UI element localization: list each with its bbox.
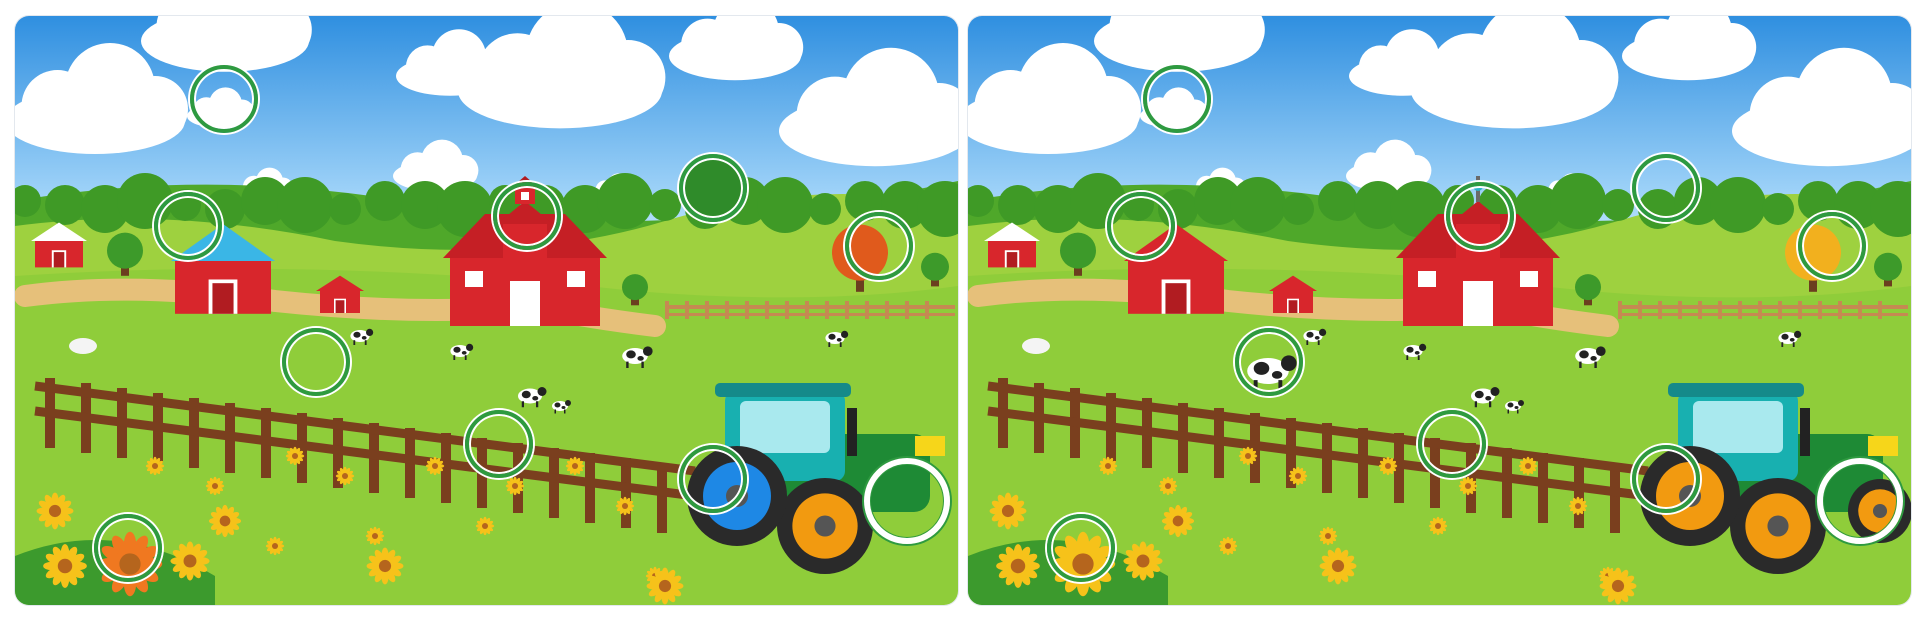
difference-fence-marker[interactable] (1418, 410, 1486, 478)
difference-barn-top-marker[interactable] (1446, 182, 1514, 250)
difference-flower-marker[interactable] (1047, 514, 1115, 582)
difference-fence-marker[interactable] (465, 410, 533, 478)
difference-small-barn-roof-marker[interactable] (154, 192, 222, 260)
left-picture[interactable] (15, 16, 958, 605)
difference-tractor-wheel-marker[interactable] (1632, 445, 1700, 513)
difference-small-barn-roof-marker[interactable] (1107, 192, 1175, 260)
difference-tree-color-marker[interactable] (845, 212, 913, 280)
tractor-wheel (1730, 478, 1826, 574)
difference-cloud-marker[interactable] (1143, 65, 1211, 133)
difference-tree-color-marker[interactable] (1798, 212, 1866, 280)
difference-cloud-marker[interactable] (190, 65, 258, 133)
game-stage (0, 0, 1920, 621)
difference-barn-top-marker[interactable] (493, 182, 561, 250)
difference-flower-marker[interactable] (94, 514, 162, 582)
right-picture[interactable] (968, 16, 1911, 605)
tractor-wheel (777, 478, 873, 574)
difference-tractor-wheel-marker[interactable] (679, 445, 747, 513)
sheep (1022, 338, 1050, 354)
difference-rear-wheel-marker[interactable] (864, 458, 950, 544)
difference-cow-marker[interactable] (282, 328, 350, 396)
difference-treetop-marker[interactable] (1632, 154, 1700, 222)
difference-cow-marker[interactable] (1235, 328, 1303, 396)
sheep (69, 338, 97, 354)
difference-rear-wheel-marker[interactable] (1817, 458, 1903, 544)
difference-treetop-marker[interactable] (679, 154, 747, 222)
